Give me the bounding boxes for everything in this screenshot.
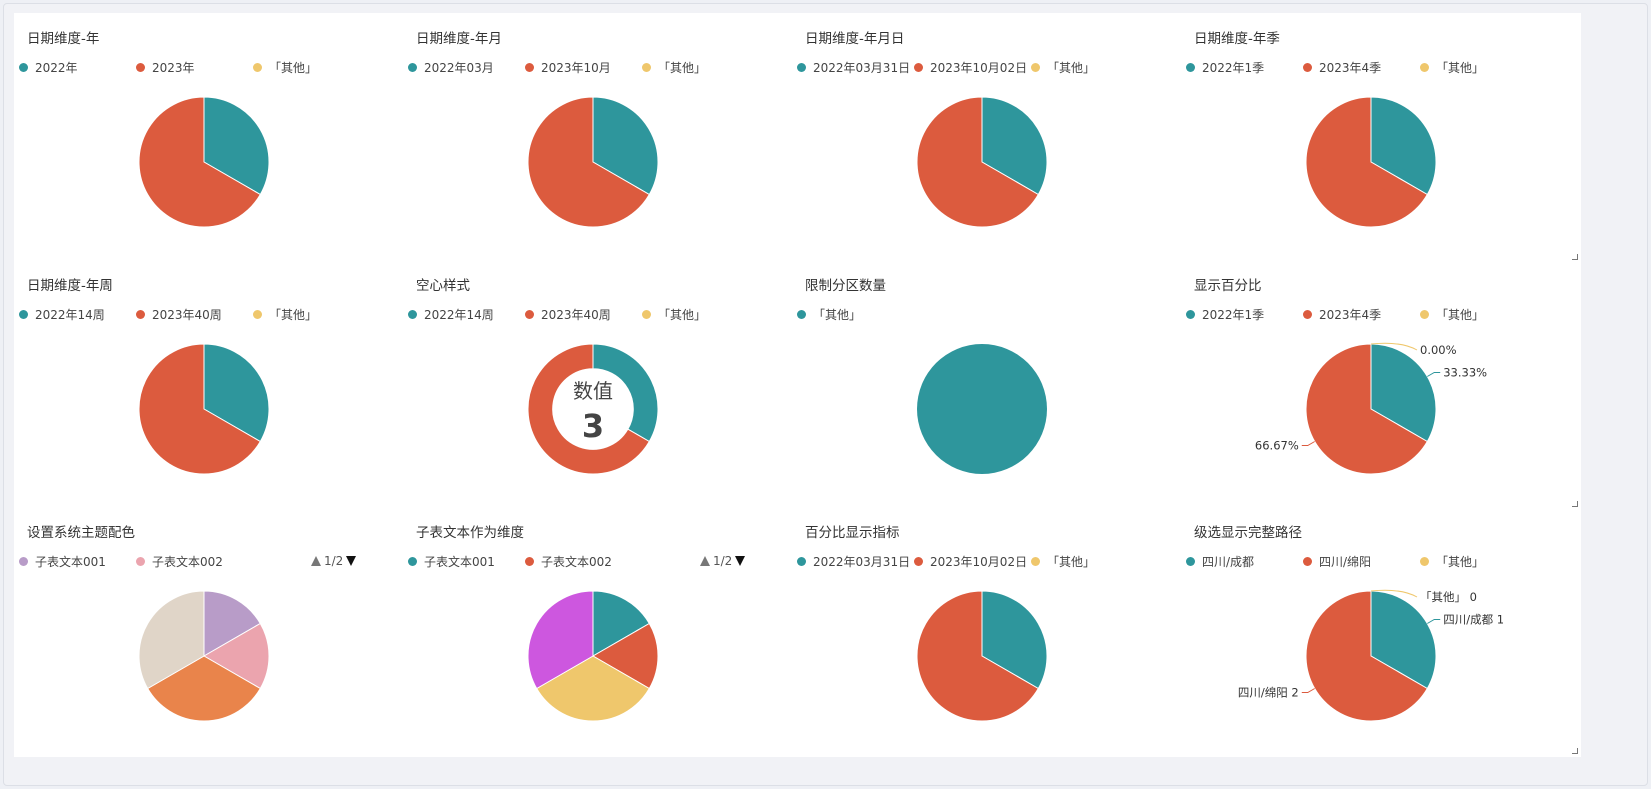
donut-center-label: 数值 [573,379,613,403]
chart-card[interactable]: 限制分区数量 「其他」 [792,260,1192,510]
pie-chart [138,343,270,475]
dashboard: 日期维度-年 2022年 2023年 「其他」 日期维度-年月 2022年03月 2023年… [3,3,1648,786]
pie-chart: 数值 3 [527,343,659,475]
chart-card[interactable]: 百分比显示指标 2022年03月31日 2023年10月02日 「其他」 [792,507,1192,757]
slice-data-label: 33.33% [1443,366,1487,380]
pie-chart [917,344,1047,474]
label-leader-line [1301,441,1315,446]
pie-slice[interactable] [917,344,1047,474]
pie-chart [916,590,1048,722]
slice-data-label: 0.00% [1420,343,1457,357]
chart-card[interactable]: 级选显示完整路径 四川/成都 四川/绵阳 「其他」 四川/成都 1 四川/绵阳 2 「其他」… [1181,507,1581,757]
slice-data-label: 「其他」 0 [1420,590,1477,604]
pie-chart: 33.33% 66.67% 0.00% [1255,342,1487,475]
resize-handle-icon[interactable] [1572,748,1578,754]
chart-card[interactable]: 子表文本作为维度 子表文本001 子表文本002 1/2 [403,507,803,757]
donut-center-value: 3 [582,407,604,445]
chart-card[interactable]: 日期维度-年 2022年 2023年 「其他」 [14,13,414,263]
pie-chart [138,96,270,228]
pie-chart [527,96,659,228]
label-leader-line [1301,688,1315,693]
pie-chart [527,590,659,722]
slice-data-label: 四川/绵阳 2 [1238,686,1299,700]
slice-data-label: 66.67% [1255,439,1299,453]
pie-chart: 四川/成都 1 四川/绵阳 2 「其他」 0 [1238,589,1504,722]
chart-card[interactable]: 设置系统主题配色 子表文本001 子表文本002 1/2 [14,507,414,757]
chart-card[interactable]: 空心样式 2022年14周 2023年40周 「其他」 数值 3 [403,260,803,510]
label-leader-line [1427,619,1441,624]
chart-card[interactable]: 日期维度-年月日 2022年03月31日 2023年10月02日 「其他」 [792,13,1192,263]
chart-card[interactable]: 日期维度-年月 2022年03月 2023年10月 「其他」 [403,13,803,263]
label-leader-line [1427,372,1441,377]
chart-card[interactable]: 日期维度-年季 2022年1季 2023年4季 「其他」 [1181,13,1581,263]
chart-card[interactable]: 日期维度-年周 2022年14周 2023年40周 「其他」 [14,260,414,510]
pie-chart [138,590,270,722]
slice-data-label: 四川/成都 1 [1443,613,1504,627]
pie-chart [1305,96,1437,228]
chart-card[interactable]: 显示百分比 2022年1季 2023年4季 「其他」 33.33% 66.67% 0.00% [1181,260,1581,510]
pie-chart [916,96,1048,228]
